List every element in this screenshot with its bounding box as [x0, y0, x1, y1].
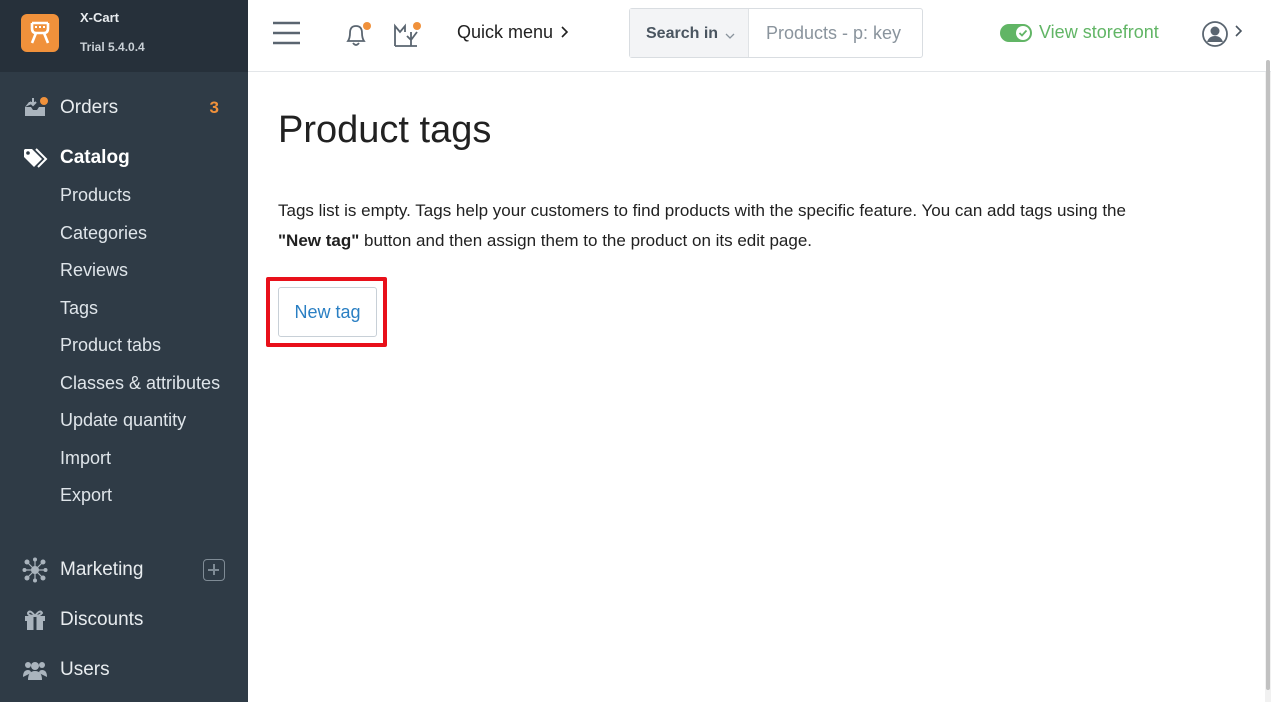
toggle-knob [1016, 26, 1030, 40]
search-input[interactable] [750, 10, 920, 56]
tags-icon [22, 145, 48, 171]
sidebar-item-label: Users [60, 659, 110, 680]
top-header: Quick menu Search in View storefront [248, 0, 1271, 72]
sidebar-subitem-categories[interactable]: Categories [60, 223, 147, 244]
scrollbar-thumb[interactable] [1266, 60, 1270, 690]
sidebar: X-Cart Trial 5.4.0.4 Orders 3 Catalog Pr… [0, 0, 248, 702]
sidebar-subitem-products[interactable]: Products [60, 185, 131, 206]
sidebar-subitem-product-tabs[interactable]: Product tabs [60, 335, 161, 356]
page-title: Product tags [278, 109, 492, 151]
orders-count-badge: 3 [209, 98, 219, 117]
chevron-right-icon[interactable] [1233, 23, 1245, 44]
description-text: Tags list is empty. Tags help your custo… [278, 201, 1126, 220]
brand-version: Trial 5.4.0.4 [80, 40, 145, 54]
sidebar-subitem-export[interactable]: Export [60, 485, 112, 506]
search-bar: Search in [629, 8, 923, 58]
add-icon[interactable] [203, 559, 225, 581]
search-scope-dropdown[interactable]: Search in [630, 9, 749, 57]
view-storefront-link[interactable]: View storefront [1039, 22, 1159, 43]
sidebar-subitem-tags[interactable]: Tags [60, 298, 98, 319]
quick-menu-link[interactable]: Quick menu [457, 22, 572, 43]
sidebar-item-marketing[interactable]: Marketing [0, 552, 248, 588]
empty-state-description: Tags list is empty. Tags help your custo… [278, 196, 1238, 256]
new-tag-button[interactable]: New tag [278, 287, 377, 337]
bell-notification-icon[interactable] [342, 20, 372, 53]
sidebar-item-catalog[interactable]: Catalog [0, 140, 248, 176]
network-icon [22, 557, 48, 583]
description-text-end: button and then assign them to the produ… [364, 231, 813, 250]
chevron-down-icon [725, 29, 735, 43]
marketplace-icon[interactable] [393, 20, 423, 53]
storefront-toggle[interactable] [1000, 24, 1032, 42]
gift-icon [22, 607, 48, 633]
sidebar-subitem-update-quantity[interactable]: Update quantity [60, 410, 186, 431]
sidebar-subitem-classes-attributes[interactable]: Classes & attributes [60, 373, 220, 394]
sidebar-item-label: Catalog [60, 147, 130, 168]
user-avatar-icon[interactable] [1202, 21, 1228, 47]
brand-name: X-Cart [80, 10, 120, 25]
sidebar-item-label: Marketing [60, 559, 144, 580]
hamburger-menu-icon[interactable] [272, 20, 302, 51]
sidebar-item-users[interactable]: Users [0, 652, 248, 688]
sidebar-item-label: Orders [60, 97, 119, 118]
quick-menu-label: Quick menu [457, 22, 554, 42]
check-icon [1018, 29, 1028, 37]
sidebar-item-label: Discounts [60, 609, 144, 630]
xcart-logo[interactable] [21, 14, 59, 52]
inbox-icon [22, 95, 48, 121]
chevron-right-icon [558, 22, 572, 42]
description-bold-text: "New tag" [278, 231, 360, 250]
sidebar-item-discounts[interactable]: Discounts [0, 602, 248, 638]
users-icon [22, 657, 48, 683]
sidebar-item-orders[interactable]: Orders 3 [0, 90, 248, 126]
brand-header: X-Cart Trial 5.4.0.4 [0, 0, 248, 72]
search-scope-label: Search in [646, 25, 719, 42]
sidebar-subitem-import[interactable]: Import [60, 448, 111, 469]
sidebar-subitem-reviews[interactable]: Reviews [60, 260, 128, 281]
